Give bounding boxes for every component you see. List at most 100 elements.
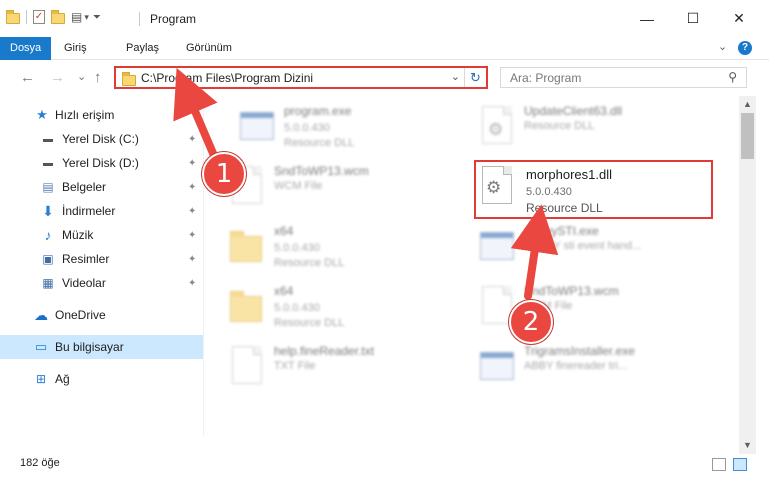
help-icon[interactable]: ? bbox=[738, 41, 752, 55]
close-button[interactable]: ✕ bbox=[716, 0, 762, 37]
file-type: Resource DLL bbox=[524, 120, 595, 132]
window-title: Program bbox=[150, 12, 197, 26]
vertical-scrollbar[interactable]: ▲ ▼ bbox=[739, 96, 756, 454]
file-name: SndToWP13.wcm bbox=[524, 284, 619, 298]
navigation-bar: ← → ⌄ ↑ C:\Program Files\Program Dizini … bbox=[0, 60, 769, 96]
gear-icon: ⚙ bbox=[486, 178, 502, 197]
chevron-down-icon[interactable]: ⏷ bbox=[93, 12, 101, 23]
file-item[interactable]: SndToWP13.wcm WCM File bbox=[228, 160, 458, 216]
chevron-down-icon[interactable]: ▾ bbox=[84, 12, 89, 23]
step-2-badge: 2 bbox=[509, 300, 553, 344]
customize-view-icon[interactable]: ▤ bbox=[71, 10, 82, 24]
minimize-button[interactable]: — bbox=[624, 0, 670, 37]
file-name: program.exe bbox=[284, 104, 352, 118]
text-file-icon bbox=[232, 346, 262, 384]
highlighted-file-item[interactable]: ⚙ morphores1.dll 5.0.0.430 Resource DLL bbox=[474, 160, 713, 219]
sidebar-item-music[interactable]: ♪ Müzik ✦ bbox=[0, 223, 203, 247]
tab-home[interactable]: Giriş bbox=[64, 37, 87, 60]
search-box[interactable]: Ara: Program ⚲ bbox=[500, 67, 747, 88]
address-dropdown-icon[interactable]: ⌄ bbox=[451, 70, 460, 83]
file-item[interactable]: ⚙ UpdateClient63.dll Resource DLL bbox=[478, 100, 708, 156]
pin-icon[interactable]: ✦ bbox=[188, 182, 196, 193]
drive-icon: ▬ bbox=[43, 133, 53, 145]
scrollbar-thumb[interactable] bbox=[741, 113, 754, 159]
file-type: TXT File bbox=[274, 360, 316, 372]
sidebar-item-label: Ağ bbox=[55, 372, 70, 386]
file-type: WCM File bbox=[274, 180, 323, 192]
forward-button[interactable]: → bbox=[50, 69, 65, 86]
scroll-up-icon[interactable]: ▲ bbox=[739, 96, 756, 113]
file-icon bbox=[482, 286, 512, 324]
file-name: x64 bbox=[274, 224, 294, 238]
pin-icon[interactable]: ✦ bbox=[188, 254, 196, 265]
file-name: UpdateClient63.dll bbox=[524, 104, 623, 118]
file-item[interactable]: x64 5.0.0.430 Resource DLL bbox=[228, 220, 458, 276]
sidebar-item-label: Yerel Disk (C:) bbox=[62, 132, 139, 146]
sidebar-item-onedrive[interactable]: ☁ OneDrive bbox=[0, 303, 203, 327]
file-item[interactable]: AbbyySTI.exe ABBYY sti event hand... bbox=[478, 220, 708, 276]
sidebar-item-documents[interactable]: ▤ Belgeler ✦ bbox=[0, 175, 203, 199]
file-list: program.exe 5.0.0.430 Resource DLL SndTo… bbox=[204, 96, 739, 446]
address-bar[interactable]: C:\Program Files\Program Dizini ⌄ ↻ bbox=[114, 66, 488, 89]
large-icons-view-icon[interactable] bbox=[733, 458, 747, 471]
pin-icon[interactable]: ✦ bbox=[188, 134, 196, 145]
up-button[interactable]: ↑ bbox=[94, 69, 102, 86]
pin-icon[interactable]: ✦ bbox=[188, 206, 196, 217]
tab-file[interactable]: Dosya bbox=[0, 37, 51, 60]
refresh-button[interactable]: ↻ bbox=[464, 68, 486, 87]
file-name: AbbyySTI.exe bbox=[524, 224, 599, 238]
computer-icon: ▭ bbox=[34, 339, 48, 354]
title-bar: ✓ ▤ ▾ ⏷ Program — ☐ ✕ bbox=[0, 0, 769, 37]
navigation-pane: ★ Hızlı erişim ▬ Yerel Disk (C:) ✦ ▬ Yer… bbox=[0, 96, 203, 446]
file-name: help.fineReader.txt bbox=[274, 344, 375, 358]
sidebar-item-label: Müzik bbox=[62, 228, 94, 242]
file-name: TrigramsInstaller.exe bbox=[524, 344, 635, 358]
sidebar-item-pictures[interactable]: ▣ Resimler ✦ bbox=[0, 247, 203, 271]
gear-icon: ⚙ bbox=[488, 120, 504, 139]
search-input[interactable]: Ara: Program bbox=[510, 71, 581, 85]
pin-icon[interactable]: ✦ bbox=[188, 158, 196, 169]
expand-ribbon-icon[interactable]: ⌄ bbox=[718, 40, 727, 53]
file-type: Resource DLL bbox=[526, 201, 603, 215]
file-name: SndToWP13.wcm bbox=[274, 164, 369, 178]
videos-icon: ▦ bbox=[42, 276, 54, 290]
sidebar-item-downloads[interactable]: ⬇ İndirmeler ✦ bbox=[0, 199, 203, 223]
file-name: x64 bbox=[274, 284, 294, 298]
maximize-button[interactable]: ☐ bbox=[670, 0, 716, 37]
scroll-down-icon[interactable]: ▼ bbox=[739, 437, 756, 454]
folder-icon bbox=[230, 291, 262, 322]
details-view-icon[interactable] bbox=[712, 458, 726, 471]
file-item[interactable]: TrigramsInstaller.exe ABBY finereader tr… bbox=[478, 340, 708, 396]
file-version: 5.0.0.430 bbox=[284, 122, 330, 134]
sidebar-item-label: Videolar bbox=[62, 276, 106, 290]
file-type: Resource DLL bbox=[284, 137, 355, 149]
divider bbox=[139, 12, 140, 26]
back-button[interactable]: ← bbox=[20, 69, 35, 86]
star-icon: ★ bbox=[36, 107, 48, 122]
pin-icon[interactable]: ✦ bbox=[188, 278, 196, 289]
sidebar-item-quick-access[interactable]: ★ Hızlı erişim bbox=[0, 103, 203, 127]
file-version: 5.0.0.430 bbox=[274, 242, 320, 254]
sidebar-item-drive-d[interactable]: ▬ Yerel Disk (D:) ✦ bbox=[0, 151, 203, 175]
recent-locations-button[interactable]: ⌄ bbox=[77, 70, 86, 83]
pin-icon[interactable]: ✦ bbox=[188, 230, 196, 241]
search-icon: ⚲ bbox=[728, 70, 737, 84]
file-item[interactable]: help.fineReader.txt TXT File bbox=[228, 340, 458, 396]
file-item[interactable]: program.exe 5.0.0.430 Resource DLL bbox=[238, 100, 468, 156]
network-icon: ⊞ bbox=[35, 372, 47, 386]
sidebar-item-label: Yerel Disk (D:) bbox=[62, 156, 139, 170]
sidebar-item-label: Hızlı erişim bbox=[55, 108, 115, 122]
sidebar-item-videos[interactable]: ▦ Videolar ✦ bbox=[0, 271, 203, 295]
folder-icon bbox=[230, 231, 262, 262]
tab-view[interactable]: Görünüm bbox=[186, 37, 232, 60]
sidebar-item-network[interactable]: ⊞ Ağ bbox=[0, 367, 203, 391]
divider bbox=[26, 10, 27, 24]
sidebar-item-this-pc[interactable]: ▭ Bu bilgisayar bbox=[0, 335, 203, 359]
new-folder-icon[interactable] bbox=[51, 9, 65, 24]
file-item[interactable]: x64 5.0.0.430 Resource DLL bbox=[228, 280, 458, 336]
tab-share[interactable]: Paylaş bbox=[126, 37, 159, 60]
properties-icon[interactable]: ✓ bbox=[33, 10, 45, 24]
sidebar-item-drive-c[interactable]: ▬ Yerel Disk (C:) ✦ bbox=[0, 127, 203, 151]
address-path[interactable]: C:\Program Files\Program Dizini bbox=[141, 71, 313, 85]
quick-access-toolbar: ✓ ▤ ▾ ⏷ bbox=[6, 9, 101, 24]
